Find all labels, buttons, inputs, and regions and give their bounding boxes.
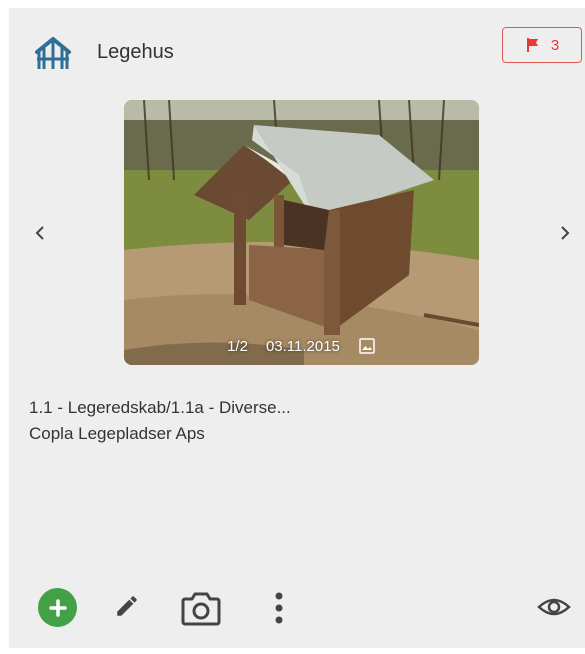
image-date: 03.11.2015 [265,337,340,355]
add-icon [48,598,67,617]
chevron-right-icon [561,226,570,240]
more-options-button[interactable] [267,588,291,628]
flag-icon [526,38,538,52]
chevron-left-icon [35,226,44,240]
item-title: Legehus [97,41,174,63]
view-button[interactable] [536,594,572,620]
camera-icon [181,592,221,626]
flag-badge-button[interactable]: 3 [502,27,582,63]
playhouse-photo [124,100,479,365]
item-photo[interactable]: 1/2 03.11.2015 [124,100,479,365]
item-category: 1.1 - Legeredskab/1.1a - Diverse... [29,398,291,417]
previous-image-button[interactable] [25,218,55,248]
playhouse-icon [33,36,73,72]
image-counter: 1/2 [227,337,248,355]
item-details: 1.1 - Legeredskab/1.1a - Diverse... Copl… [29,395,291,447]
photo-caption: 1/2 03.11.2015 [124,337,479,355]
more-vertical-icon [275,592,283,624]
eye-icon [537,598,571,616]
add-button[interactable] [38,588,77,627]
item-supplier: Copla Legepladser Aps [29,424,205,443]
flag-count: 3 [550,36,560,54]
next-image-button[interactable] [550,218,580,248]
camera-button[interactable] [179,588,223,628]
item-card: Legehus 3 1/2 03.11.2015 1.1 - Legeredsk… [9,8,585,648]
edit-button[interactable] [112,591,142,621]
edit-icon [117,596,137,616]
image-icon [359,338,375,354]
